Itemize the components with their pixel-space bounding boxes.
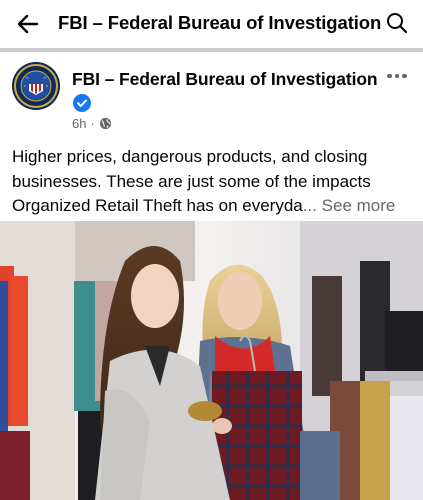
post-text-line: Organized Retail Theft has on everyda...…: [12, 194, 416, 219]
page-title: FBI – Federal Bureau of Investigation: [58, 12, 382, 33]
post-text-line: businesses. These are just some of the i…: [12, 171, 371, 191]
verified-badge-icon: [73, 94, 91, 112]
post-text: Higher prices, dangerous products, and c…: [12, 145, 416, 219]
post-image[interactable]: [0, 221, 423, 500]
arrow-left-icon: [17, 14, 39, 34]
post-author[interactable]: FBI – Federal Bureau of Investigation: [72, 69, 378, 90]
back-button[interactable]: [14, 10, 42, 38]
dot-icon: [402, 73, 407, 79]
more-options-button[interactable]: [387, 70, 411, 82]
post-time[interactable]: 6h: [72, 116, 86, 131]
store-photo: [0, 221, 423, 500]
post-text-fragment: Organized Retail Theft has on everyda: [12, 196, 303, 215]
globe-icon: [99, 117, 111, 130]
header-divider: [0, 48, 423, 52]
post-text-line: Higher prices, dangerous products, and c…: [12, 147, 368, 166]
meta-separator: ·: [90, 116, 95, 131]
fbi-seal-icon: [12, 62, 60, 110]
post-meta: 6h ·: [72, 116, 112, 131]
dot-icon: [394, 73, 399, 79]
avatar[interactable]: [12, 62, 60, 110]
see-more-link[interactable]: See more: [322, 196, 396, 215]
top-bar: FBI – Federal Bureau of Investigation: [0, 0, 423, 48]
search-icon: [387, 13, 408, 34]
search-button[interactable]: [385, 11, 409, 35]
ellipsis: ...: [302, 196, 317, 215]
dot-icon: [387, 73, 392, 79]
